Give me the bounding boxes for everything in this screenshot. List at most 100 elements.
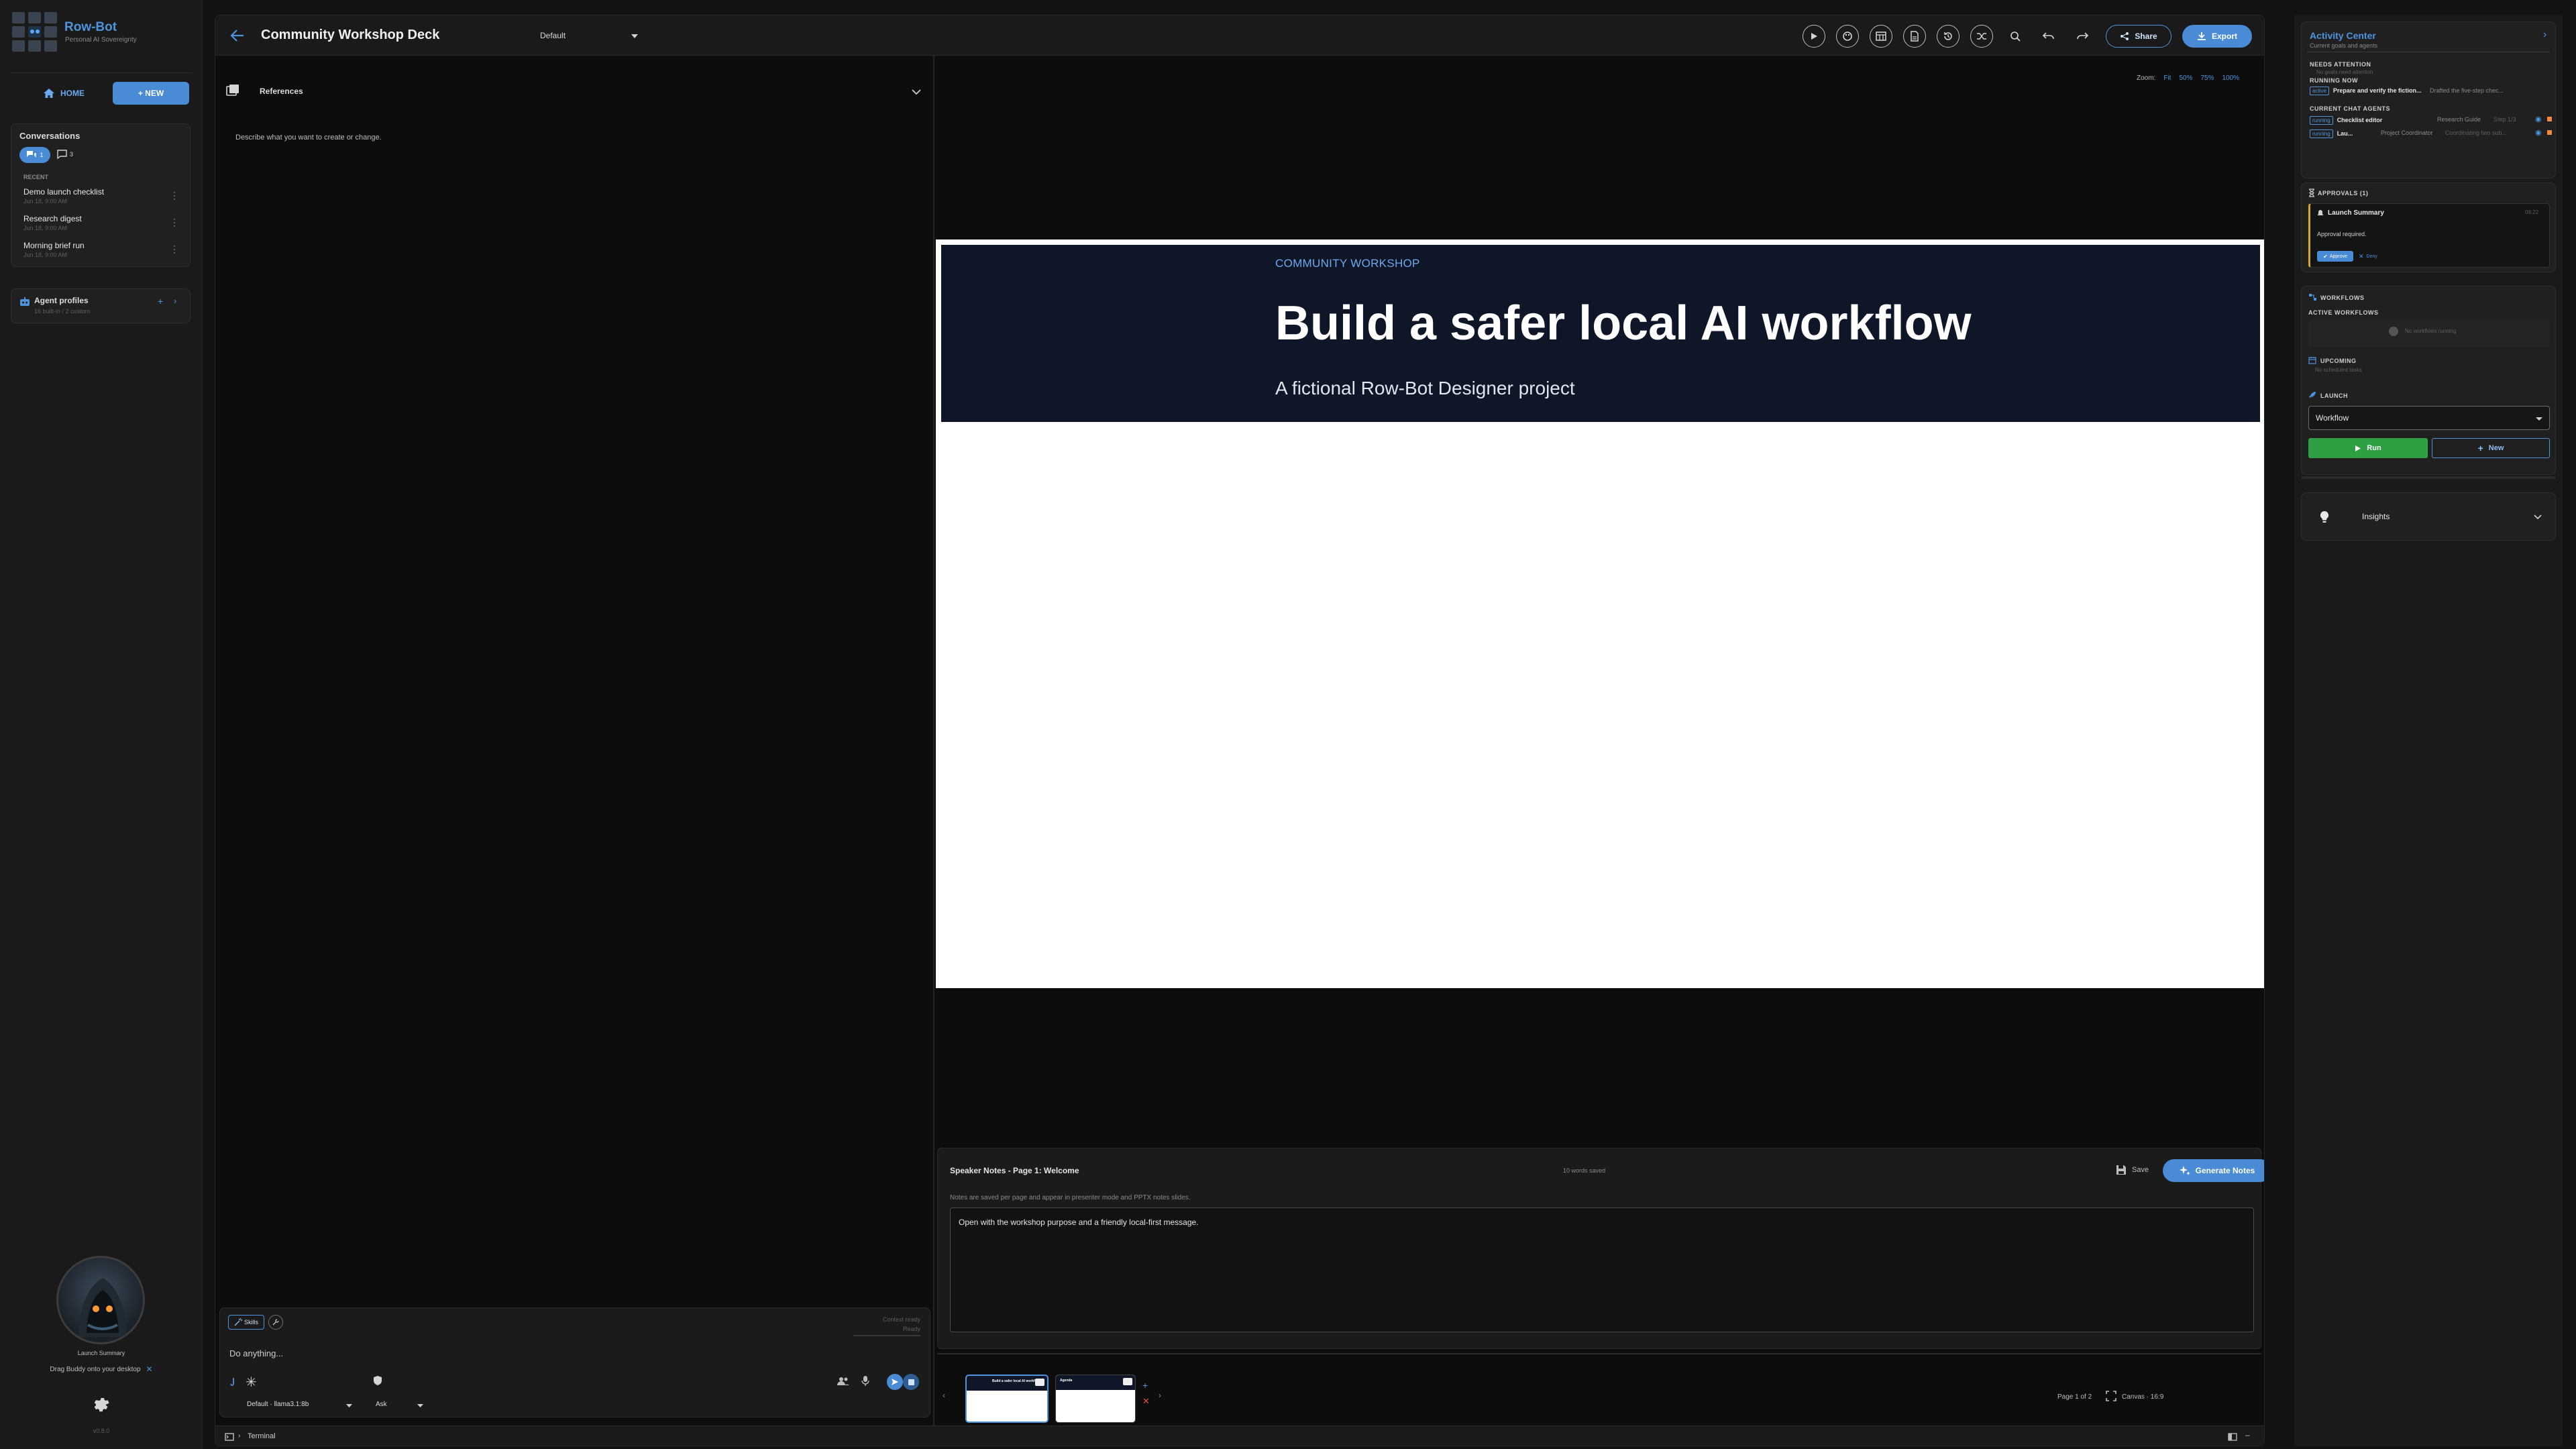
model-select[interactable]: Default · llama3.1:8b: [229, 1399, 352, 1411]
upcoming-title: UPCOMING: [2320, 358, 2357, 364]
agents-icon[interactable]: [837, 1377, 849, 1386]
terminal-bar[interactable]: › Terminal –: [215, 1426, 2264, 1446]
slide-thumbnail-1[interactable]: Build a safer local AI workflow: [965, 1375, 1049, 1423]
close-icon[interactable]: ✕: [146, 1364, 153, 1374]
eye-icon[interactable]: ◉: [2535, 115, 2542, 123]
minimize-icon[interactable]: –: [2245, 1430, 2250, 1440]
generate-notes-button[interactable]: Generate Notes: [2163, 1159, 2264, 1182]
notes-badge-icon: [1035, 1379, 1044, 1386]
eye-icon[interactable]: ◉: [2535, 128, 2542, 137]
zoom-50-button[interactable]: 50%: [2179, 74, 2192, 82]
slide-kicker[interactable]: COMMUNITY WORKSHOP: [1275, 257, 1420, 270]
chat-input[interactable]: Do anything...: [229, 1348, 283, 1358]
theme-select-value: Default: [540, 31, 566, 40]
conversations-filter-chip[interactable]: 1: [19, 147, 50, 163]
add-slide-icon[interactable]: +: [1142, 1380, 1148, 1391]
skills-chip[interactable]: Skills: [228, 1315, 264, 1330]
slide-page[interactable]: COMMUNITY WORKSHOP Build a safer local A…: [936, 239, 2264, 988]
theme-select[interactable]: Default: [540, 25, 639, 48]
share-button[interactable]: Share: [2106, 25, 2171, 48]
fullscreen-icon[interactable]: [2106, 1391, 2116, 1401]
kebab-menu-icon[interactable]: ⋮: [170, 244, 179, 255]
agent-name: Lau...: [2337, 130, 2353, 137]
slide-thumbnail-2[interactable]: Agenda: [1055, 1375, 1136, 1423]
back-arrow-icon[interactable]: [230, 29, 245, 42]
new-workflow-button[interactable]: + New: [2432, 438, 2550, 458]
search-button[interactable]: [2004, 25, 2027, 48]
zoom-fit-button[interactable]: Fit: [2163, 74, 2171, 82]
speaker-notes-textarea[interactable]: Open with the workshop purpose and a fri…: [950, 1208, 2254, 1332]
conversation-item[interactable]: Demo launch checklist Jun 18, 9:00 AM ⋮: [11, 186, 190, 210]
layout-grid-button[interactable]: [1870, 25, 1892, 48]
attach-icon[interactable]: [229, 1377, 235, 1386]
workflow-select[interactable]: Workflow: [2308, 406, 2550, 430]
redo-button[interactable]: [2071, 25, 2094, 48]
running-goal-row[interactable]: active Prepare and verify the fiction... …: [2310, 87, 2551, 95]
zoom-100-button[interactable]: 100%: [2222, 74, 2239, 82]
approval-item[interactable]: Launch Summary 09:22 Approval required. …: [2308, 203, 2550, 268]
undo-button[interactable]: [2037, 25, 2060, 48]
zoom-label: Zoom:: [2137, 74, 2156, 82]
approval-time: 09:22: [2525, 209, 2539, 215]
deny-button[interactable]: ✕ Deny: [2359, 251, 2377, 262]
chevron-right-icon[interactable]: ›: [1159, 1391, 1161, 1400]
new-label: + NEW: [138, 89, 164, 98]
chevron-left-icon[interactable]: ‹: [943, 1391, 945, 1400]
send-icon: [892, 1379, 898, 1385]
approve-button[interactable]: ✔ Approve: [2317, 251, 2353, 262]
check-icon: ✔: [2323, 253, 2328, 260]
running-now-title: RUNNING NOW: [2310, 77, 2358, 84]
document-button[interactable]: [1903, 25, 1926, 48]
history-button[interactable]: [1937, 25, 1960, 48]
present-play-button[interactable]: [1803, 25, 1825, 48]
buddy-avatar[interactable]: [56, 1256, 145, 1344]
conversation-item[interactable]: Research digest Jun 18, 9:00 AM ⋮: [11, 213, 190, 237]
home-button[interactable]: HOME: [27, 82, 101, 105]
run-workflow-button[interactable]: Run: [2308, 438, 2428, 458]
shuffle-button[interactable]: [1970, 25, 1993, 48]
sparkle-icon[interactable]: ✳: [246, 1374, 257, 1391]
tools-button[interactable]: [268, 1315, 283, 1330]
chevron-down-icon[interactable]: [912, 89, 921, 96]
slide-subtitle[interactable]: A fictional Row-Bot Designer project: [1275, 378, 1575, 399]
undo-icon: [2043, 32, 2054, 40]
chevron-right-icon[interactable]: ›: [2543, 29, 2546, 41]
add-agent-icon[interactable]: +: [158, 296, 163, 307]
conversation-item[interactable]: Morning brief run Jun 18, 9:00 AM ⋮: [11, 239, 190, 264]
chevron-right-icon[interactable]: ›: [174, 296, 176, 306]
dock-icon[interactable]: [2228, 1433, 2237, 1441]
delete-slide-icon[interactable]: ✕: [1142, 1396, 1150, 1407]
agent-profiles-card[interactable]: Agent profiles 16 built-in / 2 custom + …: [11, 288, 191, 323]
approve-label: Approve: [2329, 254, 2347, 259]
agent-row[interactable]: running Lau... Project Coordinator Coordi…: [2310, 129, 2555, 142]
send-button[interactable]: [887, 1374, 903, 1390]
home-icon: [44, 89, 54, 98]
conversation-title: Research digest: [23, 214, 82, 223]
stop-agent-icon[interactable]: [2547, 117, 2552, 121]
conversation-time: Jun 18, 9:00 AM: [23, 198, 68, 205]
export-button[interactable]: Export: [2182, 25, 2252, 48]
insights-card[interactable]: Insights: [2301, 492, 2556, 541]
chat-agents-title: CURRENT CHAT AGENTS: [2310, 105, 2390, 112]
model-select-value: Default · llama3.1:8b: [247, 1401, 309, 1408]
chevron-down-icon: [417, 1404, 423, 1407]
search-icon: [2010, 32, 2021, 42]
mode-select[interactable]: Ask: [364, 1399, 424, 1411]
new-conversation-button[interactable]: + NEW: [113, 82, 189, 105]
stop-button[interactable]: [903, 1374, 919, 1390]
settings-gear-icon[interactable]: [91, 1395, 110, 1414]
kebab-menu-icon[interactable]: ⋮: [170, 217, 179, 228]
messages-filter-chip[interactable]: 3: [57, 150, 73, 159]
save-notes-button[interactable]: Save: [2116, 1165, 2149, 1175]
zoom-75-button[interactable]: 75%: [2200, 74, 2214, 82]
slide-title[interactable]: Build a safer local AI workflow: [1275, 296, 1972, 351]
theme-palette-button[interactable]: [1836, 25, 1859, 48]
stop-agent-icon[interactable]: [2547, 130, 2552, 135]
kebab-menu-icon[interactable]: ⋮: [170, 190, 179, 201]
agent-row[interactable]: running Checklist editor Research Guide S…: [2310, 115, 2555, 128]
shield-icon[interactable]: [373, 1375, 382, 1386]
microphone-icon[interactable]: [861, 1375, 869, 1386]
agent-profiles-title: Agent profiles: [34, 296, 89, 305]
active-workflows-empty: No workflows running: [2405, 328, 2457, 334]
agent-name: Checklist editor: [2337, 117, 2383, 123]
